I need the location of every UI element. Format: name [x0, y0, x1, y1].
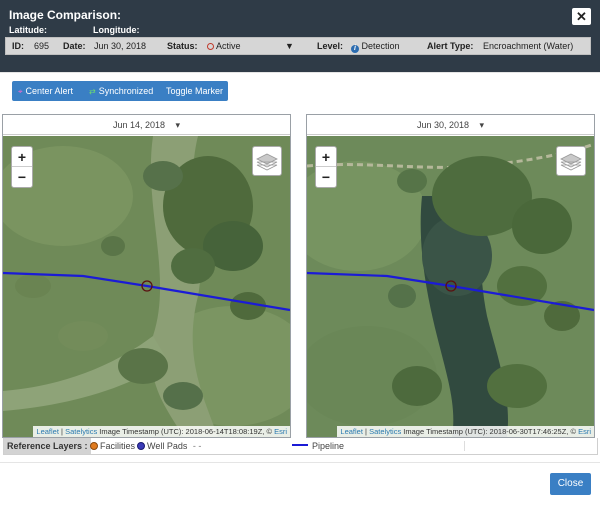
right-zoom-in-button[interactable]: + — [316, 147, 336, 167]
id-value: 695 — [34, 41, 50, 51]
legend-divider — [464, 441, 465, 451]
status-value: Active — [216, 41, 241, 51]
toggle-marker-button[interactable]: Toggle Marker — [166, 81, 223, 101]
well-pads-dot-icon — [137, 442, 145, 450]
satelytics-link[interactable]: Satelytics — [369, 427, 401, 436]
layers-icon[interactable] — [252, 146, 282, 176]
left-map-panel: Jun 14, 2018 ▾ + − Leaflet | Satelytics … — [2, 114, 291, 438]
left-zoom-control: + − — [11, 146, 33, 188]
leaflet-link[interactable]: Leaflet — [36, 427, 59, 436]
chevron-down-icon[interactable]: ▼ — [285, 41, 294, 51]
dialog-header: Image Comparison: ✕ Latitude: Longitude:… — [0, 0, 600, 72]
esri-link[interactable]: Esri — [274, 427, 287, 436]
header-divider — [0, 72, 600, 73]
toggle-marker-label: Toggle Marker — [166, 86, 224, 96]
satelytics-link[interactable]: Satelytics — [65, 427, 97, 436]
close-button[interactable]: Close — [550, 473, 591, 495]
pipeline-layer-toggle[interactable]: Pipeline — [292, 438, 344, 454]
latitude-label: Latitude: — [9, 25, 47, 35]
alert-type-label: Alert Type: — [427, 41, 474, 51]
center-alert-label: Center Alert — [25, 86, 74, 96]
left-attribution: Leaflet | Satelytics Image Timestamp (UT… — [33, 426, 290, 437]
synchronized-label: Synchronized — [98, 86, 154, 96]
well-pads-dash: - - — [192, 441, 202, 451]
reference-layers-bar: Reference Layers : Facilities Well Pads … — [3, 438, 598, 455]
left-date-value: Jun 14, 2018 — [112, 120, 165, 130]
crosshair-icon: ⌖ — [18, 87, 23, 96]
date-value: Jun 30, 2018 — [94, 41, 147, 51]
left-date-dropdown[interactable]: Jun 14, 2018 ▾ — [3, 115, 290, 135]
attribution-separator: | — [365, 427, 367, 436]
right-zoom-control: + − — [315, 146, 337, 188]
longitude-label: Longitude: — [93, 25, 140, 35]
footer-divider — [0, 462, 600, 463]
map-toolbar: ⌖ Center Alert ⇄ Synchronized Toggle Marke… — [12, 81, 228, 101]
reference-layers-label: Reference Layers : — [4, 438, 91, 454]
left-map-imagery — [3, 136, 290, 437]
status-dropdown[interactable]: Active — [207, 41, 241, 51]
level-label: Level: — [317, 41, 344, 51]
right-map-panel: Jun 30, 2018 ▾ + − Leaflet | Satelytics … — [306, 114, 595, 438]
link-icon: ⇄ — [89, 87, 96, 96]
pipeline-line-icon — [292, 444, 308, 446]
center-alert-button[interactable]: ⌖ Center Alert — [18, 81, 73, 101]
left-satellite-map[interactable]: + − Leaflet | Satelytics Image Timestamp… — [3, 136, 290, 437]
status-label: Status: — [167, 41, 198, 51]
right-date-dropdown[interactable]: Jun 30, 2018 ▾ — [307, 115, 594, 135]
alert-info-bar: ID: 695 Date: Jun 30, 2018 Status: Activ… — [5, 37, 591, 55]
info-icon: i — [351, 45, 359, 53]
facilities-layer-toggle[interactable]: Facilities — [90, 438, 135, 454]
well-pads-layer-toggle[interactable]: Well Pads - - — [137, 438, 201, 454]
right-date-value: Jun 30, 2018 — [416, 120, 469, 130]
right-satellite-map[interactable]: + − Leaflet | Satelytics Image Timestamp… — [307, 136, 594, 437]
level-value-wrap: i Detection — [351, 41, 400, 53]
right-image-timestamp: Image Timestamp (UTC): 2018-06-30T17:46:… — [403, 427, 576, 436]
left-image-timestamp: Image Timestamp (UTC): 2018-06-14T18:08:… — [99, 427, 272, 436]
right-map-imagery — [307, 136, 594, 437]
chevron-down-icon: ▾ — [479, 120, 485, 130]
right-attribution: Leaflet | Satelytics Image Timestamp (UT… — [337, 426, 594, 437]
esri-link[interactable]: Esri — [578, 427, 591, 436]
attribution-separator: | — [61, 427, 63, 436]
level-value: Detection — [361, 41, 400, 51]
layers-icon[interactable] — [556, 146, 586, 176]
right-zoom-out-button[interactable]: − — [316, 167, 336, 187]
close-x-icon[interactable]: ✕ — [572, 8, 591, 25]
date-label: Date: — [63, 41, 86, 51]
chevron-down-icon: ▾ — [175, 120, 181, 130]
id-label: ID: — [12, 41, 24, 51]
left-zoom-out-button[interactable]: − — [12, 167, 32, 187]
leaflet-link[interactable]: Leaflet — [340, 427, 363, 436]
facilities-label: Facilities — [100, 441, 136, 451]
status-circle-icon — [207, 43, 214, 50]
well-pads-label: Well Pads — [147, 441, 188, 451]
synchronized-button[interactable]: ⇄ Synchronized — [89, 81, 153, 101]
pipeline-label: Pipeline — [312, 441, 345, 451]
dialog-title: Image Comparison: — [9, 8, 122, 22]
alert-type-value: Encroachment (Water) — [483, 41, 574, 51]
facilities-dot-icon — [90, 442, 98, 450]
left-zoom-in-button[interactable]: + — [12, 147, 32, 167]
